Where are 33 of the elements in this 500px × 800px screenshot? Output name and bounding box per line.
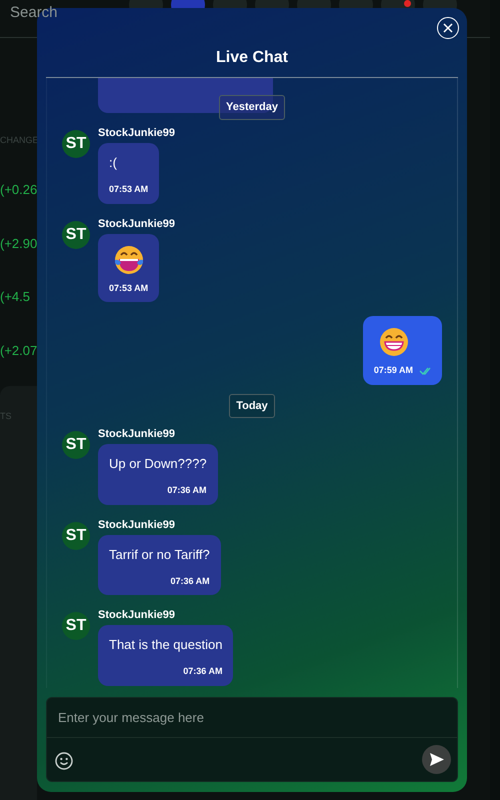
message-text: Tarrif or no Tariff? [109, 546, 210, 562]
avatar: ST [62, 431, 90, 459]
avatar: ST [62, 220, 90, 248]
send-button[interactable] [422, 745, 451, 774]
avatar: ST [62, 130, 90, 158]
message-time: 07:36 AM [183, 665, 222, 678]
message-text: :( [109, 155, 118, 171]
laughing-emoji-icon [113, 244, 145, 276]
message-time: 07:53 AM [109, 282, 148, 294]
change-value: (+2.90 [0, 234, 37, 253]
close-button[interactable] [437, 17, 459, 39]
change-value: (+0.26 [0, 181, 37, 199]
change-value: (+4.5 [0, 288, 31, 306]
sender-name: StockJunkie99 [98, 609, 176, 622]
message-time: 07:53 AM [109, 183, 148, 196]
avatar: ST [62, 522, 90, 550]
emoji-icon[interactable] [55, 752, 73, 770]
sender-name: StockJunkie99 [98, 127, 176, 140]
avatar: ST [62, 612, 90, 640]
sender-name: StockJunkie99 [98, 428, 176, 441]
send-icon [428, 752, 444, 767]
close-icon [443, 23, 453, 33]
dialog-title: Live Chat [214, 49, 289, 67]
message-text: That is the question [109, 637, 222, 653]
message-time: 07:36 AM [170, 574, 210, 588]
message-text: Up or Down???? [109, 456, 207, 472]
change-value: (+2.07 [0, 342, 37, 360]
sender-name: StockJunkie99 [98, 218, 176, 230]
message-time: 07:59 AM [374, 364, 413, 377]
message-time: 07:36 AM [167, 484, 207, 497]
sender-name: StockJunkie99 [98, 518, 176, 532]
grinning-emoji-icon [378, 326, 410, 358]
message-input[interactable]: Enter your message here [46, 696, 458, 738]
